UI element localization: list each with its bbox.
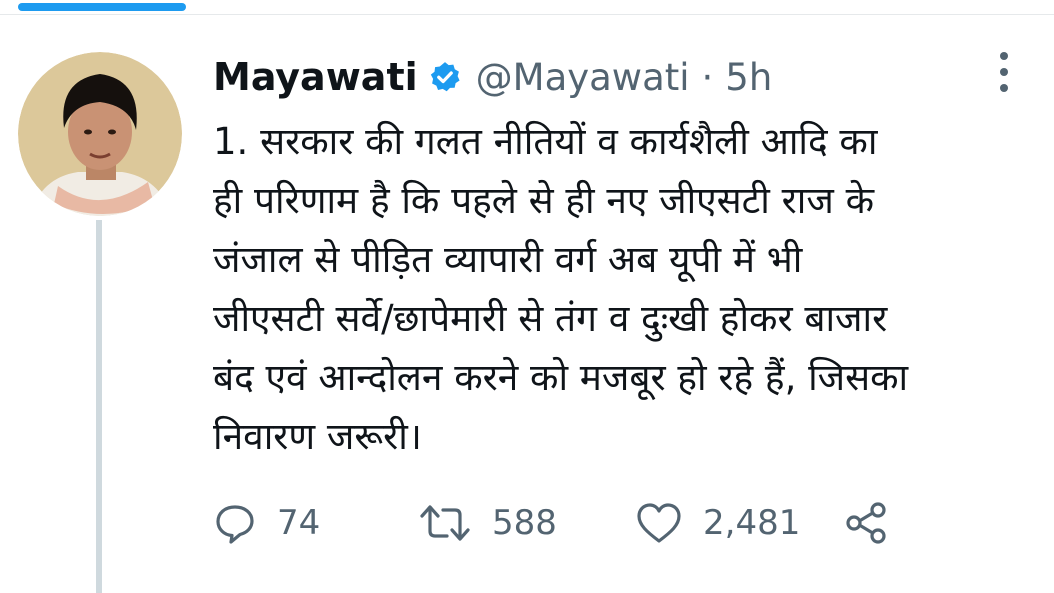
tweet-text: 1. सरकार की गलत नीतियों व कार्यशैली आदि … <box>213 120 909 458</box>
reply-button[interactable]: 74 <box>213 494 418 552</box>
action-bar: 74 588 2,481 <box>213 494 889 552</box>
more-dot <box>1000 68 1008 76</box>
retweet-button[interactable]: 588 <box>418 494 635 552</box>
separator-dot: · <box>701 55 714 99</box>
avatar[interactable] <box>18 52 182 216</box>
retweet-count: 588 <box>492 503 557 543</box>
reply-count: 74 <box>277 503 321 543</box>
timestamp[interactable]: 5h <box>725 56 772 99</box>
verified-badge-icon <box>428 60 462 94</box>
tweet-header: Mayawati @Mayawati · 5h <box>213 52 772 102</box>
more-dot <box>1000 52 1008 60</box>
thread-line <box>96 220 102 593</box>
retweet-arrows-icon <box>418 501 472 545</box>
top-progress-indicator <box>18 3 186 11</box>
handle[interactable]: @Mayawati <box>476 56 690 99</box>
top-divider <box>0 14 1054 15</box>
like-count: 2,481 <box>703 503 801 543</box>
heart-icon <box>635 501 683 545</box>
share-button[interactable] <box>843 494 889 552</box>
display-name[interactable]: Mayawati <box>213 55 418 99</box>
speech-bubble-icon <box>213 501 257 545</box>
more-dot <box>1000 84 1008 92</box>
more-vertical-icon[interactable] <box>990 52 1018 92</box>
like-button[interactable]: 2,481 <box>635 494 843 552</box>
share-nodes-icon <box>843 500 889 546</box>
